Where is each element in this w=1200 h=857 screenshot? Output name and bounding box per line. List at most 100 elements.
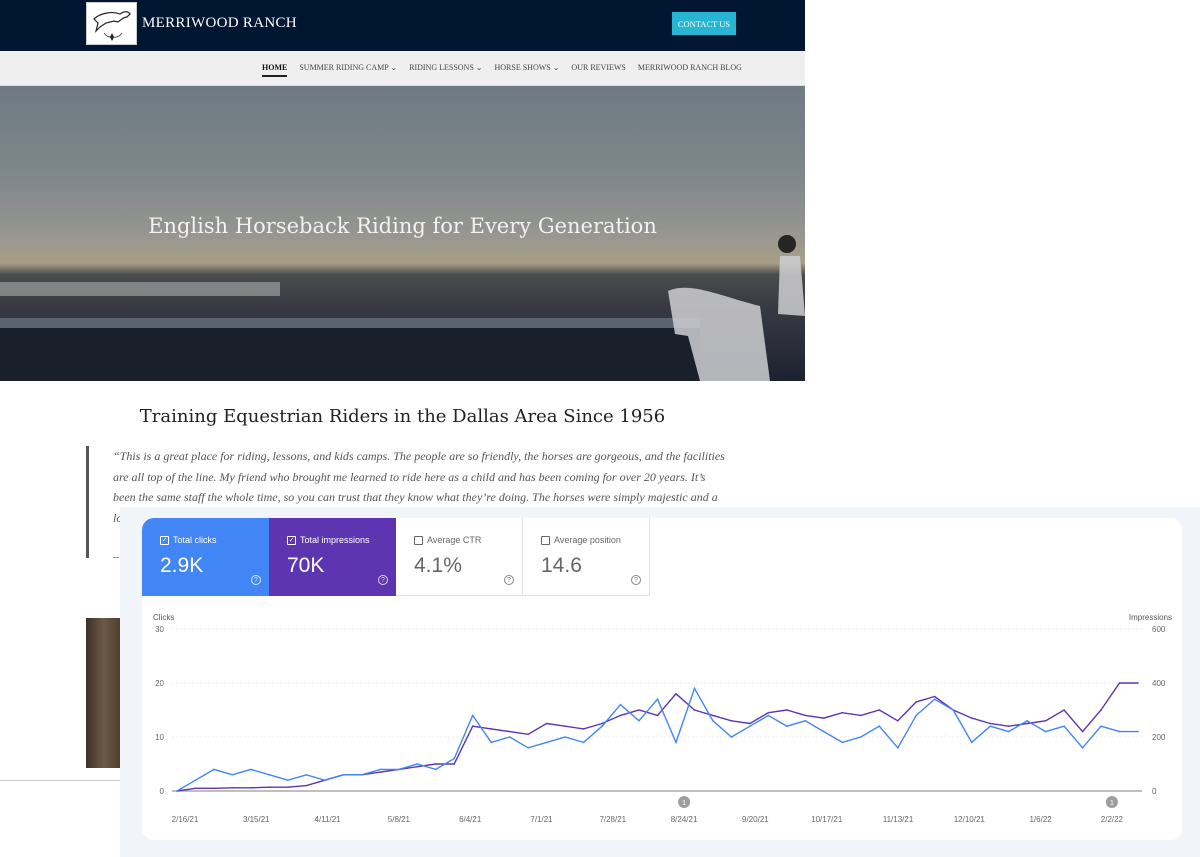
performance-card: ✓ Total clicks 2.9K ? ✓ Total impressions … xyxy=(142,518,1182,840)
data-point-clicks xyxy=(342,774,345,776)
data-point-clicks xyxy=(1118,730,1121,733)
x-tick: 7/28/21 xyxy=(599,815,626,824)
data-point-impressions xyxy=(287,786,289,789)
data-point-clicks xyxy=(878,725,881,727)
x-tick: 2/16/21 xyxy=(172,815,199,824)
site-brand[interactable]: MERRIWOOD RANCH xyxy=(142,15,297,32)
data-point-clicks xyxy=(564,736,566,738)
data-point-impressions xyxy=(194,787,197,790)
data-point-clicks xyxy=(786,725,788,727)
nav-riding-lessons[interactable]: RIDING LESSONS ⌄ xyxy=(409,63,482,77)
horse-photo xyxy=(86,618,122,768)
data-point-impressions xyxy=(545,722,548,725)
data-point-impressions xyxy=(767,711,770,714)
y-left-label: Clicks xyxy=(153,613,174,622)
y-left-tick: 30 xyxy=(155,625,164,634)
x-tick: 7/1/21 xyxy=(530,815,553,824)
data-point-clicks xyxy=(989,725,991,727)
x-tick: 10/17/21 xyxy=(811,815,843,824)
data-point-clicks xyxy=(582,741,585,744)
x-tick: 11/13/21 xyxy=(883,815,914,824)
data-point-clicks xyxy=(508,736,511,738)
data-point-clicks xyxy=(933,698,936,700)
data-point-impressions xyxy=(693,709,696,711)
data-point-impressions xyxy=(730,720,733,722)
data-point-impressions xyxy=(379,771,382,773)
data-point-impressions xyxy=(1063,709,1065,711)
data-point-clicks xyxy=(952,709,954,711)
data-point-impressions xyxy=(1007,725,1010,727)
contact-us-button[interactable]: CONTACT US xyxy=(672,12,736,35)
nav-summer-riding-camp[interactable]: SUMMER RIDING CAMP ⌄ xyxy=(299,63,397,77)
data-point-impressions xyxy=(564,725,566,727)
data-point-impressions xyxy=(434,763,437,765)
data-point-impressions xyxy=(231,786,234,789)
data-point-clicks xyxy=(268,774,271,776)
hero-title: English Horseback Riding for Every Gener… xyxy=(148,214,657,238)
section-title: Training Equestrian Riders in the Dallas… xyxy=(139,406,666,427)
performance-chart[interactable]: Clicks Impressions 0 10 20 30 0 200 400 600 2/16… xyxy=(142,518,1182,840)
data-point-clicks xyxy=(471,714,474,717)
x-tick: 6/4/21 xyxy=(459,815,482,824)
data-point-clicks xyxy=(361,774,363,776)
x-tick: 9/20/21 xyxy=(742,815,769,824)
data-point-impressions xyxy=(970,717,973,719)
nav-our-reviews[interactable]: OUR REVIEWS xyxy=(571,63,625,77)
data-point-clicks xyxy=(1137,730,1139,733)
data-point-impressions xyxy=(841,711,844,714)
data-point-impressions xyxy=(619,714,622,717)
data-point-impressions xyxy=(989,722,991,725)
data-point-clicks xyxy=(490,741,492,744)
data-point-clicks xyxy=(416,763,419,765)
x-tick: 5/8/21 xyxy=(388,815,411,824)
horse-logo[interactable] xyxy=(86,2,137,45)
data-point-clicks xyxy=(804,720,807,722)
data-point-impressions xyxy=(453,763,456,765)
data-point-impressions xyxy=(638,709,640,711)
data-point-impressions xyxy=(1026,722,1028,725)
data-point-clicks xyxy=(656,698,659,700)
data-point-impressions xyxy=(601,722,603,725)
nav-blog[interactable]: MERRIWOOD RANCH BLOG xyxy=(638,63,742,77)
data-point-clicks xyxy=(194,779,197,781)
data-point-clicks xyxy=(213,768,215,771)
data-point-clicks xyxy=(231,774,234,776)
y-right-tick: 600 xyxy=(1152,625,1166,634)
nav-horse-shows[interactable]: HORSE SHOWS ⌄ xyxy=(494,63,559,77)
data-point-clicks xyxy=(176,790,178,792)
data-point-clicks xyxy=(730,736,733,738)
nav-home[interactable]: HOME xyxy=(262,63,288,77)
annotation-label: 1 xyxy=(682,800,686,807)
data-point-impressions xyxy=(712,714,714,717)
data-point-impressions xyxy=(305,784,308,787)
data-point-clicks xyxy=(619,703,622,706)
data-point-impressions xyxy=(471,725,474,727)
data-point-clicks xyxy=(915,714,918,717)
data-point-clicks xyxy=(823,730,825,733)
data-point-clicks xyxy=(545,741,548,744)
x-tick: 1/6/22 xyxy=(1029,815,1052,824)
data-point-impressions xyxy=(656,714,659,717)
data-point-impressions xyxy=(915,701,918,703)
data-point-impressions xyxy=(508,730,511,733)
data-point-clicks xyxy=(305,774,308,776)
data-point-clicks xyxy=(1100,725,1102,727)
data-point-impressions xyxy=(749,722,751,725)
data-point-impressions xyxy=(896,720,899,722)
data-point-impressions xyxy=(582,728,585,730)
data-point-clicks xyxy=(712,720,714,722)
data-point-clicks xyxy=(250,768,252,771)
data-point-impressions xyxy=(1137,682,1139,684)
data-point-impressions xyxy=(933,695,936,698)
data-point-impressions xyxy=(675,693,677,695)
annotation-label: 1 xyxy=(1110,800,1114,807)
data-point-impressions xyxy=(490,728,492,730)
data-point-impressions xyxy=(250,786,252,789)
data-point-clicks xyxy=(453,757,456,760)
data-point-impressions xyxy=(1100,709,1102,711)
data-point-impressions xyxy=(786,709,788,711)
y-left-tick: 20 xyxy=(155,679,164,688)
x-tick: 12/10/21 xyxy=(954,815,986,824)
data-point-clicks xyxy=(287,779,289,781)
data-point-impressions xyxy=(878,709,881,711)
